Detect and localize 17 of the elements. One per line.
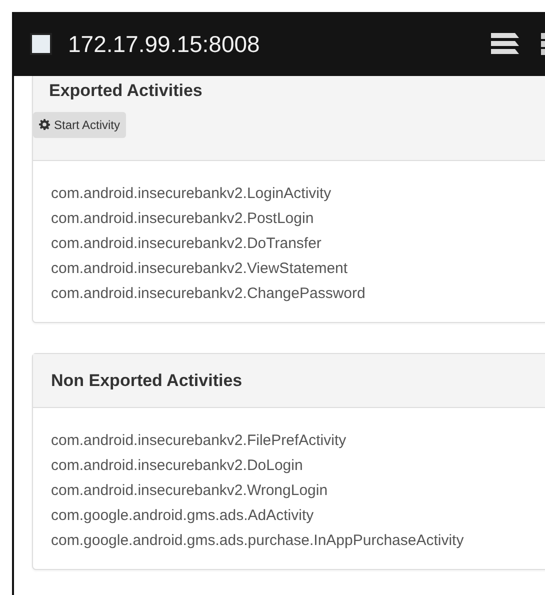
activity-name: com.android.insecurebankv2.PostLogin (51, 208, 315, 228)
activity-name: com.android.insecurebankv2.FilePrefActivity (51, 431, 348, 451)
activity-name: com.android.insecurebankv2.WrongLogin (51, 481, 329, 501)
site-icon (30, 33, 52, 55)
activity-name: com.google.android.gms.ads.purchase.InAppPurchaseActivity (51, 531, 465, 551)
tabs-icon[interactable] (489, 31, 521, 57)
panel-title: Exported Activities (49, 80, 204, 102)
activity-name: com.android.insecurebankv2.DoLogin (51, 456, 304, 476)
url-text: 172.17.99.15:8008 (68, 30, 260, 59)
start-activity-button[interactable]: Start Activity (33, 112, 126, 138)
activity-name: com.android.insecurebankv2.ChangePassword (51, 284, 366, 304)
activity-name: com.android.insecurebankv2.ViewStatement (51, 258, 349, 278)
panel-title: Non Exported Activities (51, 370, 244, 392)
activity-name: com.android.insecurebankv2.DoTransfer (51, 234, 322, 254)
gear-icon (39, 119, 50, 130)
activity-name: com.android.insecurebankv2.LoginActivity (51, 184, 332, 204)
activity-name: com.google.android.gms.ads.AdActivity (51, 506, 315, 526)
